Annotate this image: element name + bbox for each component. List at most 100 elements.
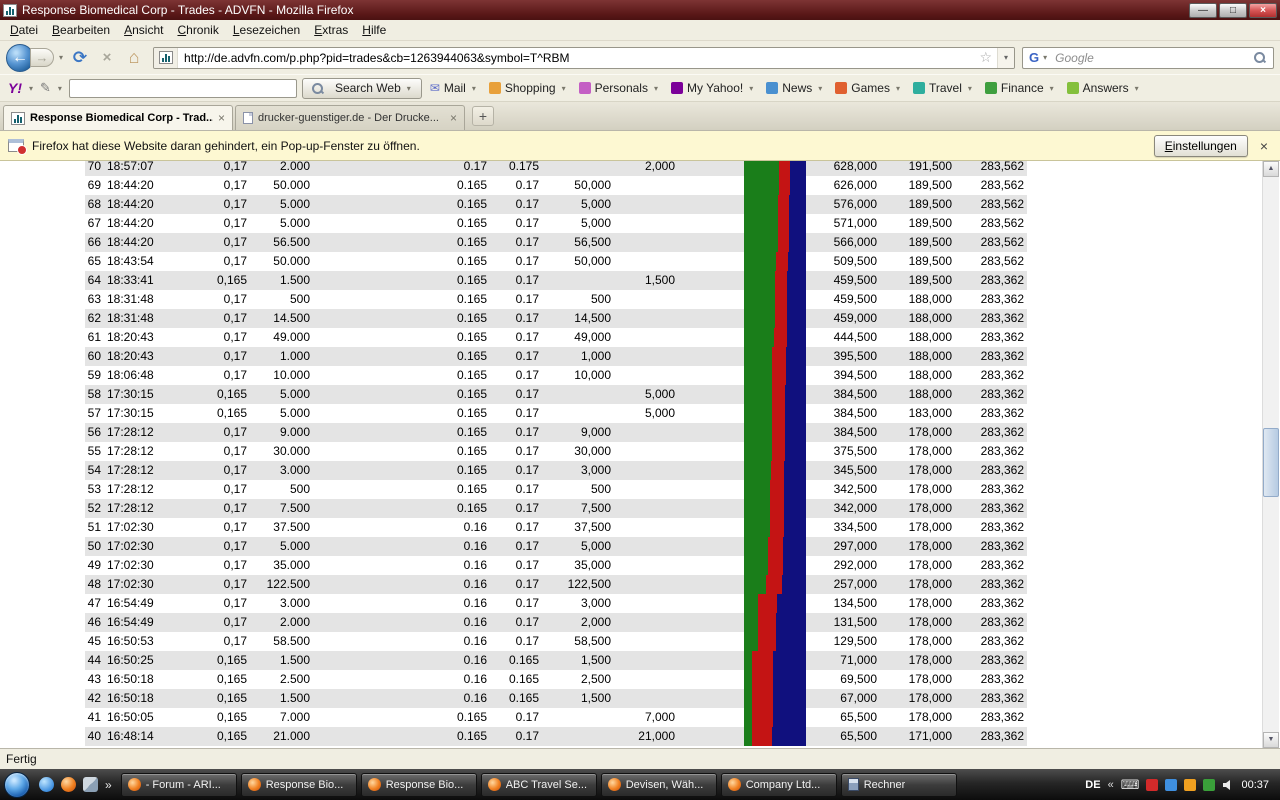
yahoo-button-answers[interactable]: Answers ▾ [1064, 81, 1144, 95]
taskbar-button-forum[interactable]: - Forum - ARI... [121, 773, 237, 797]
minimize-button[interactable]: — [1189, 3, 1217, 18]
volume-icon[interactable] [1222, 779, 1234, 791]
search-bar[interactable]: G ▾ Google [1022, 47, 1274, 69]
refresh-button[interactable]: ⟳ [68, 45, 92, 71]
trade-cell: 70 [85, 161, 104, 176]
menu-item-lesezeichen[interactable]: Lesezeichen [226, 20, 307, 40]
taskbar-button-devisen[interactable]: Devisen, Wäh... [601, 773, 717, 797]
window-titlebar[interactable]: Response Biomedical Corp - Trades - ADVF… [0, 0, 1280, 20]
language-indicator[interactable]: DE [1085, 779, 1100, 791]
tray-overflow-icon[interactable]: « [1108, 779, 1114, 791]
menu-item-bearbeiten[interactable]: Bearbeiten [45, 20, 117, 40]
trade-row: 4116:50:050,1657.0000.1650.177,00065,500… [85, 708, 1027, 727]
trade-cell: 18:44:20 [104, 195, 163, 214]
close-button[interactable]: × [1249, 3, 1277, 18]
tab-response-biomedical[interactable]: Response Biomedical Corp - Trad... × [3, 105, 233, 130]
update-icon[interactable] [1184, 779, 1196, 791]
scroll-up-button[interactable]: ▲ [1263, 161, 1279, 177]
yahoo-button-shopping[interactable]: Shopping ▾ [486, 81, 571, 95]
google-logo-icon[interactable]: G [1023, 50, 1041, 65]
url-dropdown-icon[interactable]: ▾ [997, 48, 1014, 68]
trade-band-segment [779, 161, 790, 176]
yahoo-logo-icon[interactable]: Y! [8, 80, 22, 96]
trade-cell: 54 [85, 461, 104, 480]
home-button[interactable]: ⌂ [122, 45, 146, 71]
antivirus-icon[interactable] [1203, 779, 1215, 791]
taskbar-button-response-bio-2[interactable]: Response Bio... [361, 773, 477, 797]
trade-cell: 2.500 [250, 670, 313, 689]
tab-drucker-guenstiger[interactable]: drucker-guenstiger.de - Der Drucke... × [235, 105, 465, 130]
address-bar[interactable]: http://de.advfn.com/p.php?pid=trades&cb=… [153, 47, 1015, 69]
trade-cell: 17:30:15 [104, 385, 163, 404]
taskbar-button-rechner[interactable]: Rechner [841, 773, 957, 797]
trade-cell [678, 480, 744, 499]
trade-cell: 342,000 [806, 499, 880, 518]
start-button[interactable] [4, 772, 30, 798]
firefox-icon[interactable] [61, 777, 76, 792]
yahoo-search-input[interactable] [69, 79, 297, 98]
notification-close-icon[interactable]: × [1256, 138, 1272, 154]
trade-cell: 189,500 [880, 271, 955, 290]
trade-cell: 0,17 [163, 537, 250, 556]
search-input[interactable]: Google [1049, 51, 1253, 65]
trade-cell: 283,362 [955, 556, 1027, 575]
quick-launch-overflow-icon[interactable]: » [105, 778, 112, 792]
trade-cell: 17:28:12 [104, 423, 163, 442]
trade-cell: 0,17 [163, 214, 250, 233]
vertical-scrollbar[interactable]: ▲ ▼ [1262, 161, 1279, 748]
pencil-icon[interactable]: ✎ [40, 80, 51, 96]
menu-item-ansicht[interactable]: Ansicht [117, 20, 170, 40]
taskbar-button-company-ltd[interactable]: Company Ltd... [721, 773, 837, 797]
yahoo-button-personals[interactable]: Personals ▾ [576, 81, 663, 95]
menu-item-datei[interactable]: Datei [3, 20, 45, 40]
buy-depth-segment [744, 347, 772, 366]
trade-cell: 188,000 [880, 290, 955, 309]
pencil-dropdown-icon[interactable]: ▾ [56, 84, 64, 93]
trade-row: 5817:30:150,1655.0000.1650.175,000384,50… [85, 385, 1027, 404]
menu-item-extras[interactable]: Extras [307, 20, 355, 40]
show-desktop-icon[interactable] [83, 777, 98, 792]
yahoo-button-travel[interactable]: Travel ▾ [910, 81, 977, 95]
messenger-icon[interactable] [1165, 779, 1177, 791]
yahoo-button-games[interactable]: Games ▾ [832, 81, 905, 95]
trade-cell: 17:28:12 [104, 442, 163, 461]
taskbar-button-response-bio-1[interactable]: Response Bio... [241, 773, 357, 797]
menu-item-hilfe[interactable]: Hilfe [355, 20, 393, 40]
search-engine-dropdown-icon[interactable]: ▾ [1041, 53, 1049, 62]
internet-explorer-icon[interactable] [39, 777, 54, 792]
url-text[interactable]: http://de.advfn.com/p.php?pid=trades&cb=… [178, 51, 974, 65]
trade-band-segment [778, 214, 789, 233]
yahoo-button-mail[interactable]: ✉ Mail ▾ [427, 81, 481, 95]
yahoo-menu-dropdown-icon[interactable]: ▾ [27, 84, 35, 93]
new-tab-button[interactable]: + [472, 106, 494, 126]
settings-button[interactable]: Einstellungen [1154, 135, 1248, 157]
trade-row: 5317:28:120,175000.1650.17500342,500178,… [85, 480, 1027, 499]
clock[interactable]: 00:37 [1241, 779, 1269, 791]
stop-button[interactable]: × [95, 45, 119, 71]
menu-item-chronik[interactable]: Chronik [170, 20, 225, 40]
tab-close-icon[interactable]: × [218, 111, 225, 125]
forward-button[interactable]: → [30, 48, 54, 67]
keyboard-icon[interactable]: ⌨ [1121, 777, 1140, 793]
trade-band-segment [768, 537, 783, 556]
trade-band-segment [752, 670, 773, 689]
yahoo-button-finance[interactable]: Finance ▾ [982, 81, 1059, 95]
depth-bar [744, 594, 806, 613]
trade-cell [678, 233, 744, 252]
tab-close-icon[interactable]: × [450, 111, 457, 125]
yahoo-button-news[interactable]: News ▾ [763, 81, 827, 95]
trade-cell [678, 309, 744, 328]
yahoo-button-my-yahoo[interactable]: My Yahoo! ▾ [668, 81, 758, 95]
search-icon[interactable] [1253, 51, 1266, 64]
buy-depth-segment [744, 404, 772, 423]
scroll-down-button[interactable]: ▼ [1263, 732, 1279, 748]
bookmark-star-icon[interactable]: ☆ [974, 49, 997, 66]
tab-label: Response Biomedical Corp - Trad... [30, 112, 213, 124]
maximize-button[interactable]: □ [1219, 3, 1247, 18]
taskbar-button-abc-travel[interactable]: ABC Travel Se... [481, 773, 597, 797]
history-dropdown-icon[interactable]: ▾ [57, 53, 65, 62]
scrollbar-thumb[interactable] [1263, 428, 1279, 497]
trade-cell: 9.000 [250, 423, 313, 442]
security-alert-icon[interactable] [1146, 779, 1158, 791]
yahoo-search-web-button[interactable]: Search Web ▾ [302, 78, 422, 99]
